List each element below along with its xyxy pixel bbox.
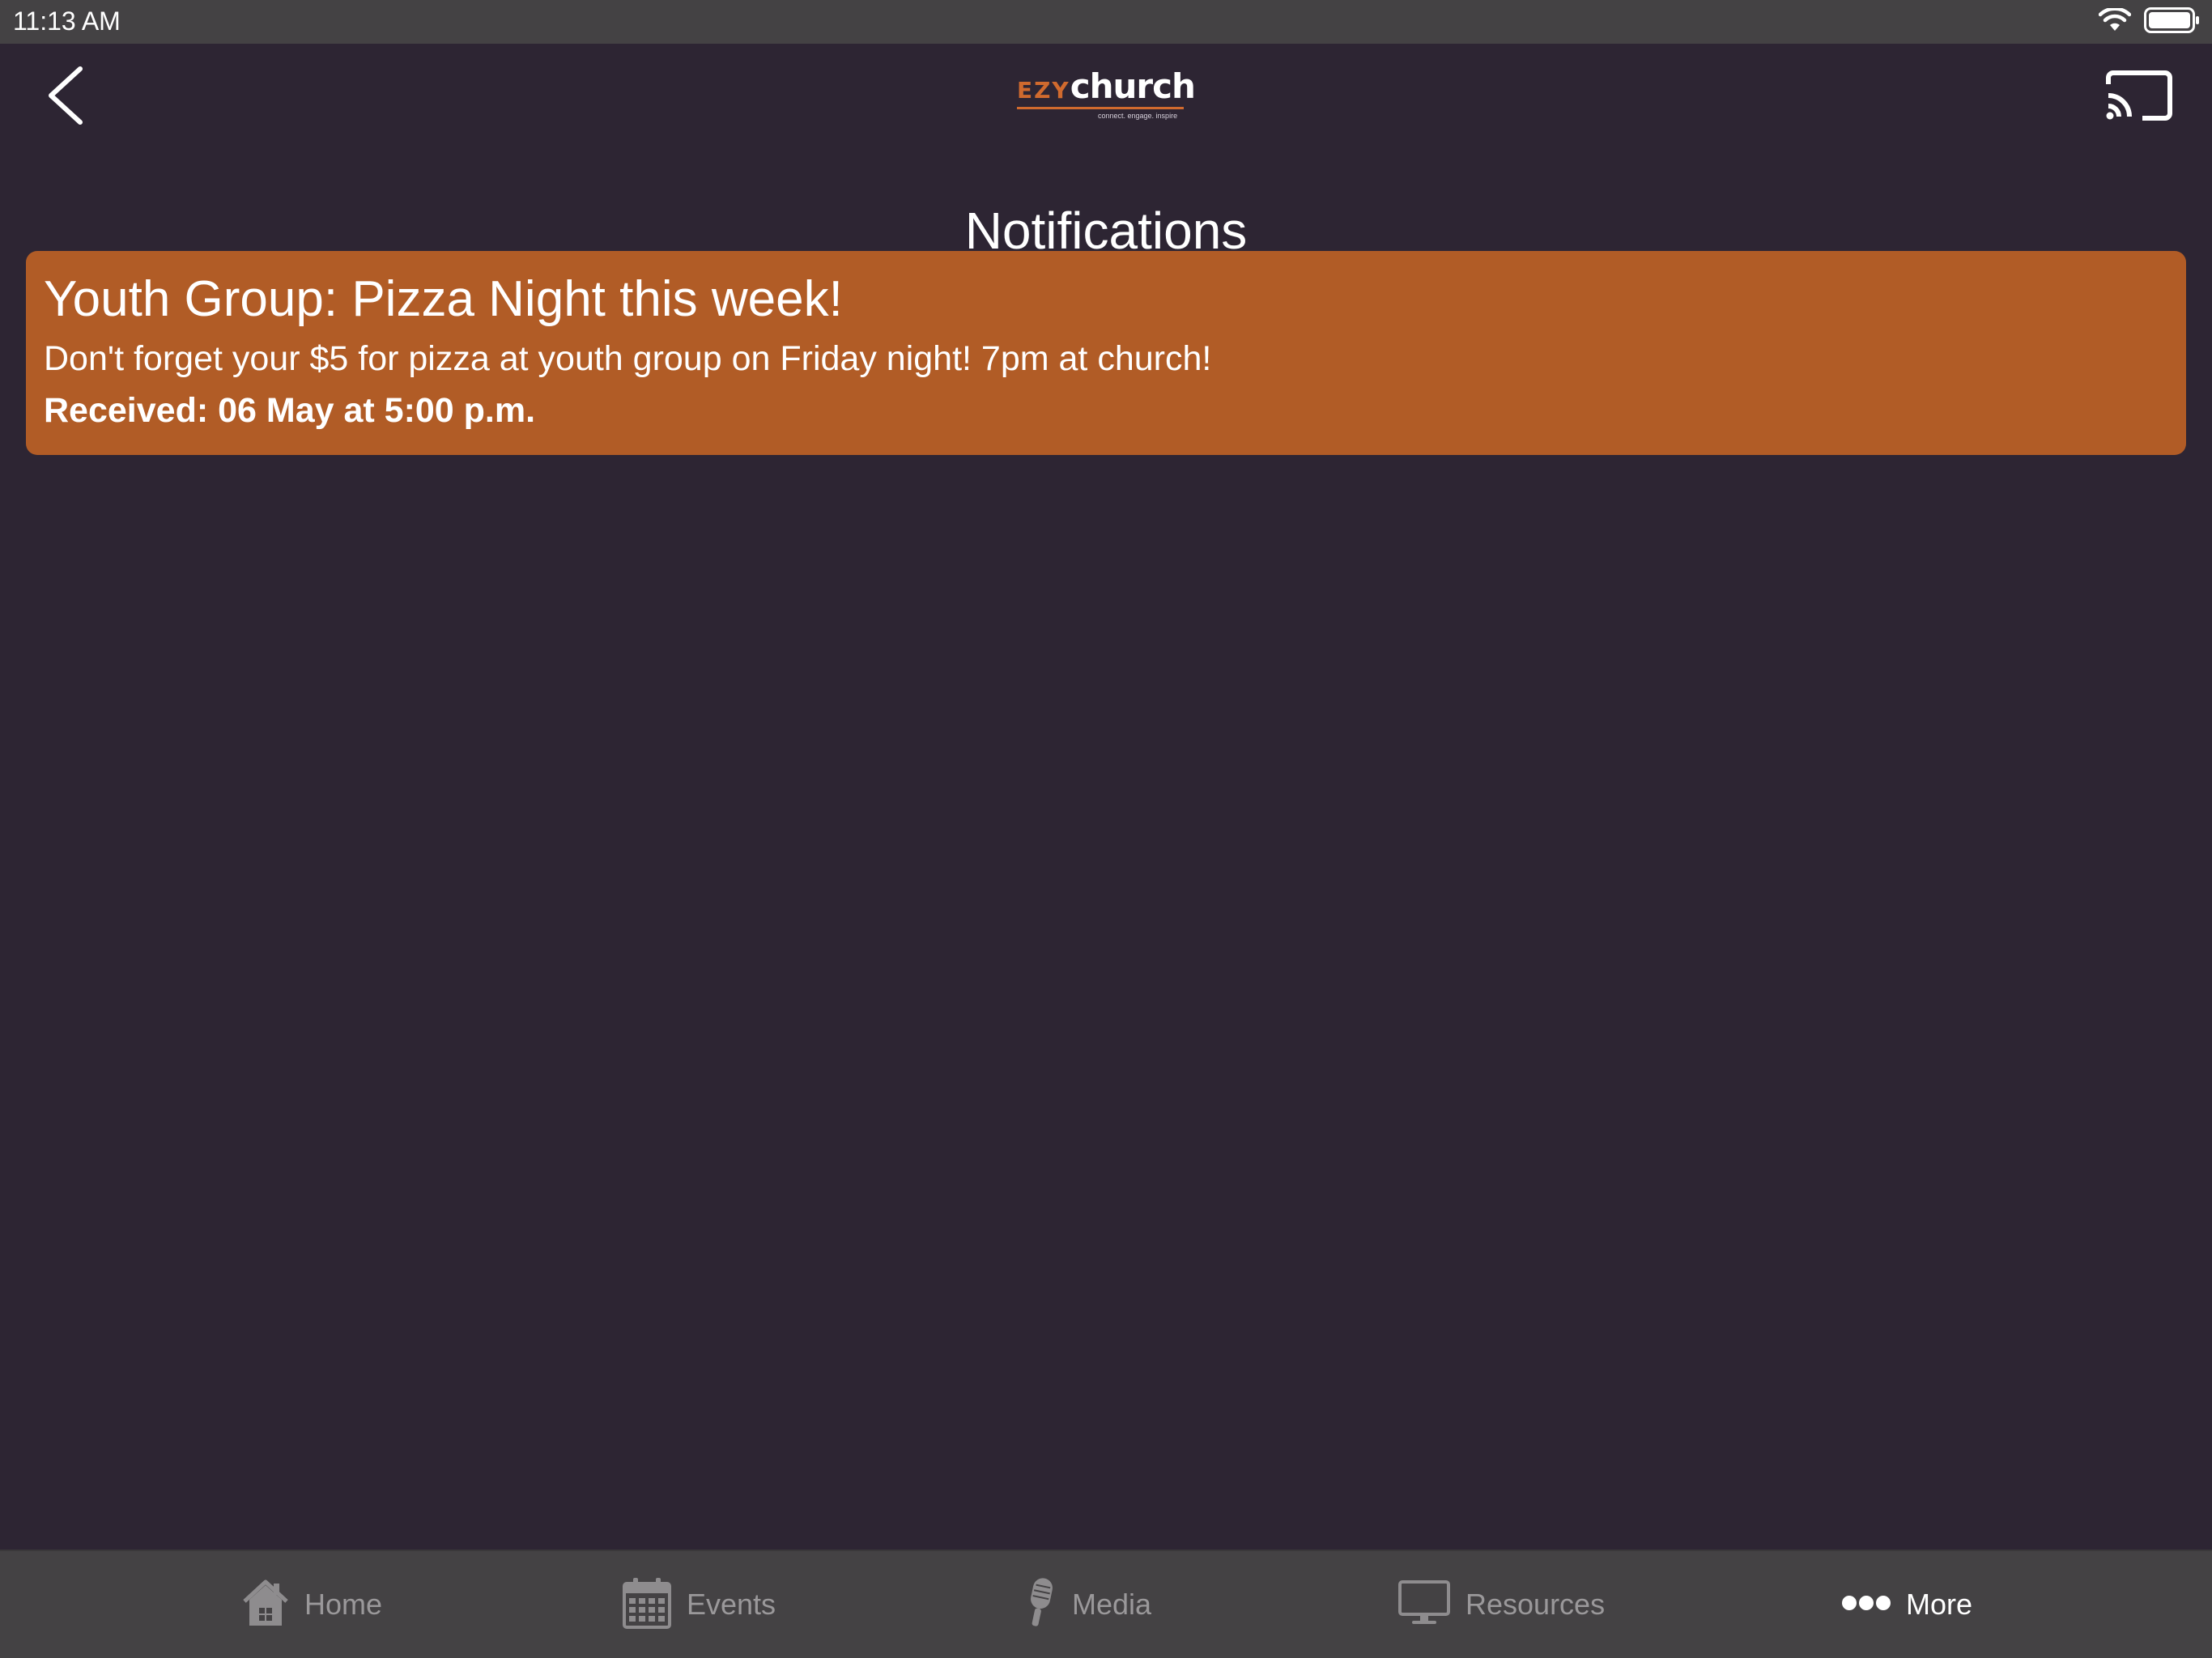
- ezychurch-logo: EZYchurch connect. engage. inspire: [1017, 66, 1196, 123]
- back-button[interactable]: [32, 58, 97, 136]
- cast-icon: [2104, 70, 2175, 125]
- tab-media-label: Media: [1072, 1588, 1152, 1621]
- logo-tagline: connect. engage. inspire: [1098, 112, 1178, 120]
- tab-home[interactable]: Home: [241, 1551, 382, 1658]
- status-time: 11:13 AM: [13, 6, 121, 36]
- notification-body: Don't forget your $5 for pizza at youth …: [44, 339, 1212, 378]
- tab-resources-label: Resources: [1465, 1588, 1606, 1621]
- calendar-icon: [622, 1576, 672, 1634]
- tab-events-label: Events: [687, 1588, 776, 1621]
- chevron-left-icon: [45, 66, 85, 130]
- battery-icon: [2144, 6, 2201, 37]
- wifi-icon: [2098, 6, 2132, 36]
- more-dots-icon: [1841, 1593, 1891, 1617]
- cast-button[interactable]: [2099, 65, 2180, 130]
- status-indicators: [2098, 6, 2201, 37]
- tab-more-label: More: [1906, 1588, 1973, 1621]
- notification-received: Received: 06 May at 5:00 p.m.: [44, 391, 536, 430]
- monitor-icon: [1397, 1579, 1451, 1630]
- status-bar: 11:13 AM: [0, 0, 2212, 44]
- tab-more[interactable]: More: [1841, 1551, 1972, 1658]
- home-icon: [241, 1577, 290, 1633]
- logo-underline: [1017, 107, 1184, 109]
- tab-media[interactable]: Media: [1022, 1551, 1151, 1658]
- logo-word: church: [1070, 66, 1196, 106]
- tab-resources[interactable]: Resources: [1397, 1551, 1605, 1658]
- logo-prefix: EZY: [1017, 77, 1070, 104]
- tab-events[interactable]: Events: [622, 1551, 776, 1658]
- notification-card[interactable]: Youth Group: Pizza Night this week! Don'…: [26, 251, 2186, 455]
- tab-bar: Home Events Media Resources More: [0, 1550, 2212, 1658]
- tab-home-label: Home: [304, 1588, 383, 1621]
- app-screen: 11:13 AM EZYchurch connect. engage. insp…: [0, 0, 2212, 1658]
- notification-title: Youth Group: Pizza Night this week!: [44, 271, 843, 327]
- microphone-icon: [1022, 1576, 1057, 1634]
